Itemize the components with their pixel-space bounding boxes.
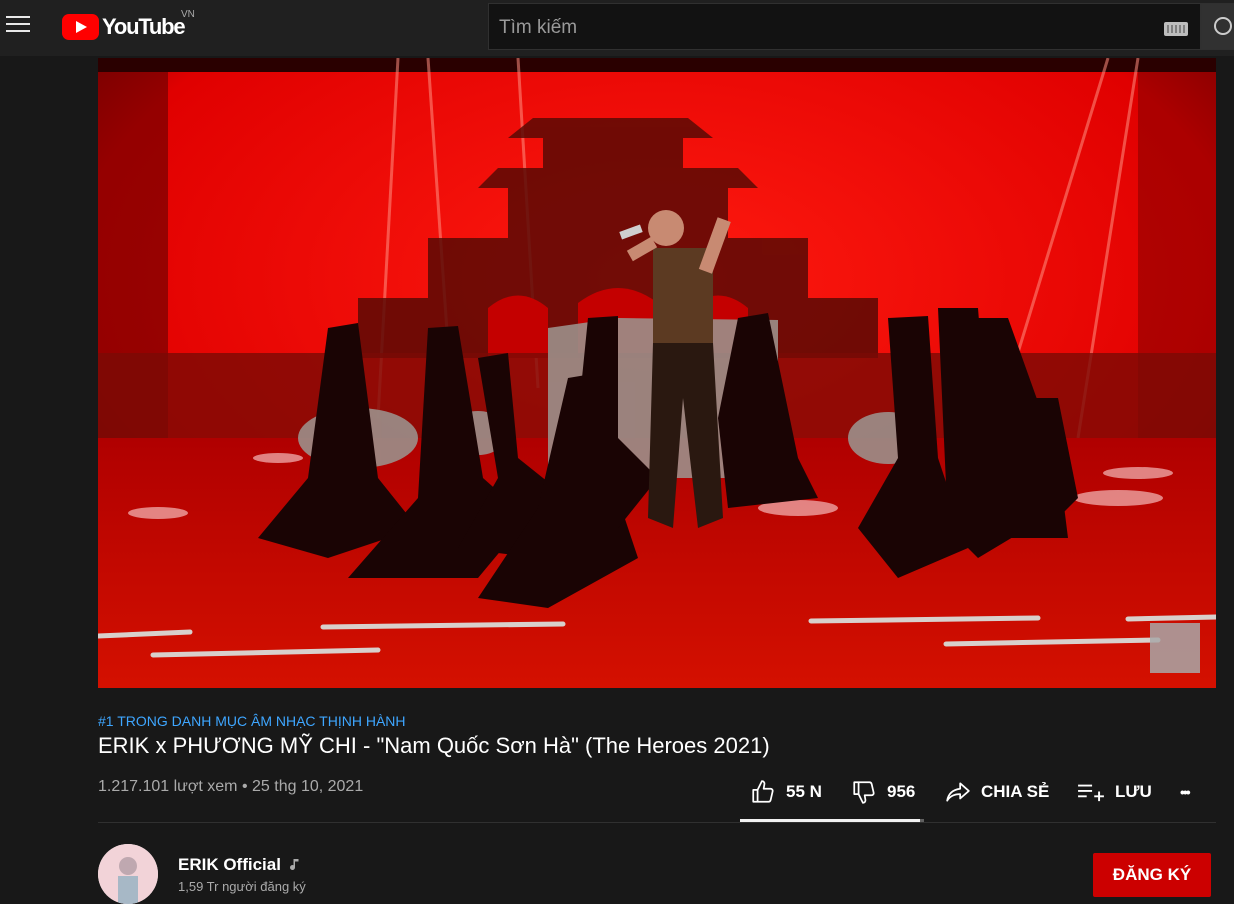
view-info: 1.217.101 lượt xem • 25 thg 10, 2021 xyxy=(98,778,363,796)
channel-avatar[interactable] xyxy=(98,844,158,904)
search-button[interactable] xyxy=(1201,3,1234,50)
thumb-down-icon xyxy=(853,781,875,804)
like-button[interactable]: 55 N xyxy=(750,774,822,810)
search-input[interactable] xyxy=(497,4,1141,51)
search-box xyxy=(488,3,1201,51)
youtube-logo[interactable]: YouTube xyxy=(62,12,186,42)
channel-name[interactable]: ERIK Official xyxy=(178,855,305,875)
dislike-count: 956 xyxy=(887,782,916,801)
video-frame xyxy=(98,58,1216,688)
trending-hashtag-link[interactable]: #1 TRONG DANH MỤC ÂM NHẠC THỊNH HÀNH xyxy=(98,713,406,729)
save-button[interactable]: LƯU xyxy=(1077,774,1152,810)
video-player[interactable] xyxy=(98,58,1216,688)
subscriber-count: 1,59 Tr người đăng ký xyxy=(178,879,306,894)
like-count: 55 N xyxy=(786,782,822,801)
playlist-add-icon xyxy=(1078,784,1104,802)
more-actions-button[interactable]: ••• xyxy=(1180,774,1191,810)
share-icon xyxy=(946,782,970,802)
keyboard-icon[interactable] xyxy=(1164,22,1188,36)
share-label: CHIA SẺ xyxy=(981,782,1050,801)
masthead: YouTube VN xyxy=(0,0,1234,56)
view-count: 1.217.101 lượt xem xyxy=(98,778,238,795)
dislike-button[interactable]: 956 xyxy=(851,774,915,810)
country-code: VN xyxy=(181,9,195,20)
subscribe-button[interactable]: ĐĂNG KÝ xyxy=(1093,853,1211,897)
channel-name-text: ERIK Official xyxy=(178,855,281,874)
save-label: LƯU xyxy=(1115,782,1152,801)
share-button[interactable]: CHIA SẺ xyxy=(945,774,1049,810)
hamburger-menu-button[interactable] xyxy=(6,12,32,38)
hamburger-icon-line xyxy=(6,23,30,25)
youtube-logo-icon xyxy=(62,14,99,40)
search-icon xyxy=(1214,17,1232,35)
avatar-image xyxy=(98,844,158,904)
video-title: ERIK x PHƯƠNG MỸ CHI - "Nam Quốc Sơn Hà"… xyxy=(98,733,770,758)
info-separator: • xyxy=(241,778,248,795)
more-horizontal-icon: ••• xyxy=(1180,784,1191,800)
publish-date: 25 thg 10, 2021 xyxy=(252,778,364,795)
info-divider xyxy=(98,822,1216,823)
thumb-up-icon xyxy=(752,780,774,803)
hamburger-icon xyxy=(6,16,30,18)
logo-text: YouTube xyxy=(102,14,186,39)
hamburger-icon-line xyxy=(6,30,30,32)
music-note-icon xyxy=(289,859,299,870)
